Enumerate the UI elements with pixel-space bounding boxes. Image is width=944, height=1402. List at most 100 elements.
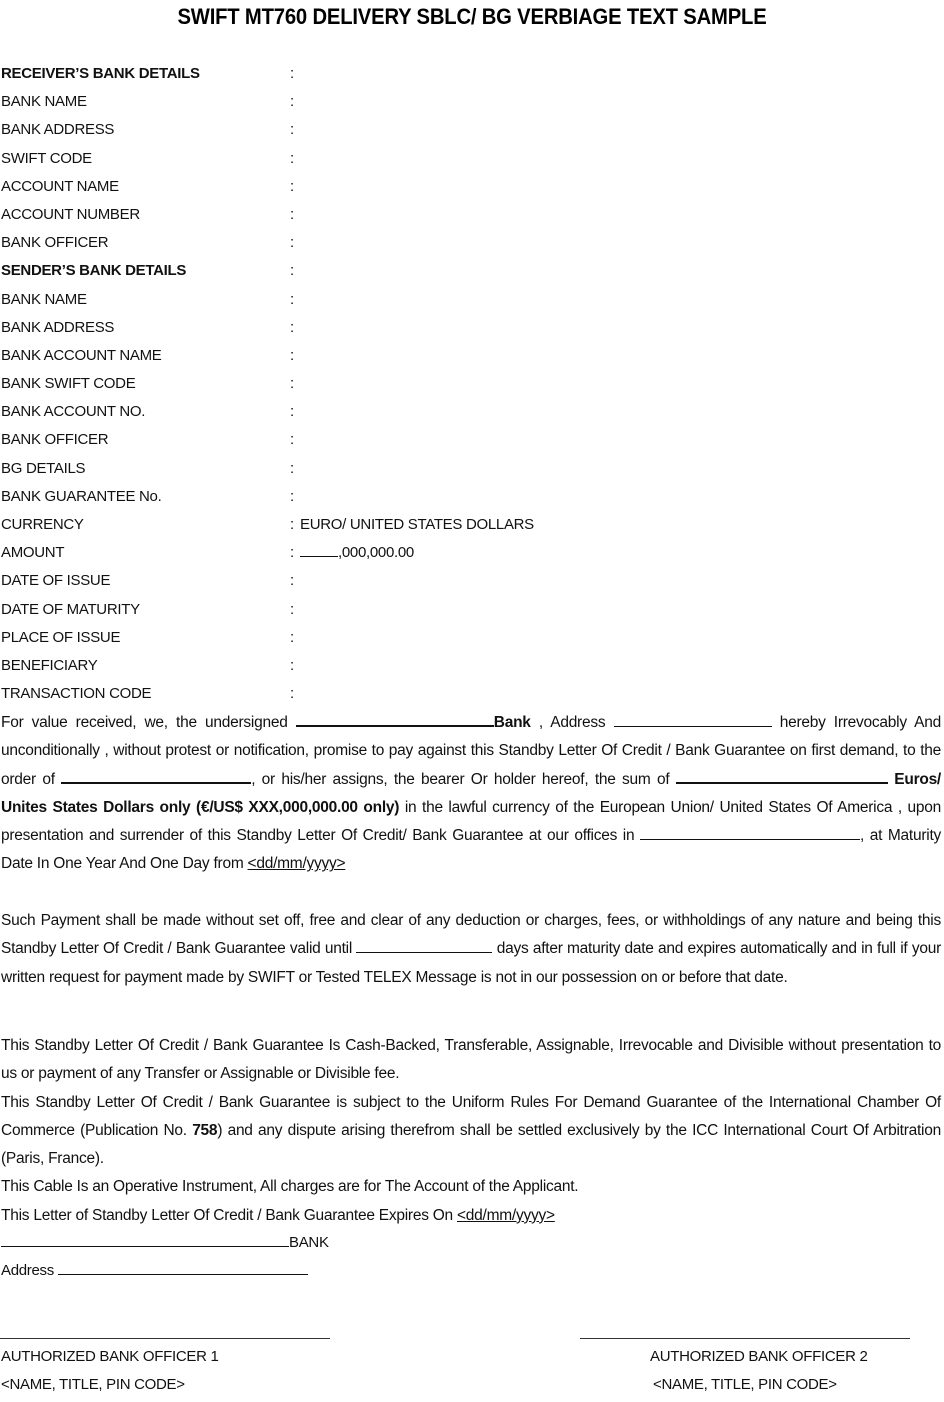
field-label: BANK SWIFT CODE [1,375,136,393]
field-colon: : [290,177,295,195]
officer1-details: <NAME, TITLE, PIN CODE> [1,1376,185,1393]
address-signature-blank[interactable] [57,1273,308,1275]
field-colon: : [290,375,295,393]
field-label: SWIFT CODE [1,149,92,167]
valid-days-blank[interactable] [356,951,493,954]
amount-blank[interactable] [300,555,338,558]
field-colon: : [290,685,295,703]
field-row: TRANSACTION CODE: [0,680,944,708]
officer2-details: <NAME, TITLE, PIN CODE> [653,1376,837,1393]
field-label: RECEIVER’S BANK DETAILS [1,65,200,82]
field-label: BANK OFFICER [1,431,109,449]
field-row: CURRENCY: EURO/ UNITED STATES DOLLARS [0,511,944,539]
field-row: BANK ACCOUNT NAME: [0,342,944,370]
field-row: DATE OF ISSUE: [0,567,944,595]
address-signature-line: Address [1,1262,308,1279]
offices-location-blank[interactable] [640,838,861,841]
field-label: BANK ACCOUNT NAME [1,346,162,364]
terms-paragraphs: This Standby Letter Of Credit / Bank Gua… [1,1032,941,1230]
field-colon: : [290,65,295,82]
field-label: BANK ADDRESS [1,121,115,139]
field-row: BANK OFFICER: [0,426,944,454]
bank-name-blank[interactable] [295,724,494,727]
field-row: AMOUNT: ,000,000.00 [0,539,944,567]
officer1-signature-line[interactable] [0,1338,330,1339]
field-label: BANK ACCOUNT NO. [1,403,146,421]
field-label: BANK ADDRESS [1,318,115,336]
field-colon: : [290,544,295,562]
field-label: BANK NAME [1,93,87,111]
field-label: DATE OF MATURITY [1,600,140,618]
field-colon: : [290,656,295,674]
field-row: BENEFICIARY: [0,652,944,680]
field-colon: : [290,93,295,111]
field-colon: : [290,572,295,590]
field-colon: : [290,149,295,167]
field-colon: : [290,121,295,139]
officer2-title: AUTHORIZED BANK OFFICER 2 [650,1348,868,1365]
field-colon: : [290,403,295,421]
field-colon: : [290,459,295,477]
officer1-title: AUTHORIZED BANK OFFICER 1 [1,1348,219,1365]
field-row: BANK NAME: [0,88,944,116]
field-colon: : [290,262,295,280]
field-colon: : [290,290,295,308]
details-fields: RECEIVER’S BANK DETAILS: BANK NAME: BANK A… [0,60,944,708]
field-colon: : [290,628,295,646]
field-row: BANK ADDRESS: [0,314,944,342]
field-value-text: ,000,000.00 [338,544,414,562]
cash-backed-text: This Standby Letter Of Credit / Bank Gua… [1,1037,941,1083]
field-row: BANK SWIFT CODE: [0,370,944,398]
field-label: SENDER’S BANK DETAILS [1,262,187,280]
field-label: BG DETAILS [1,459,86,477]
field-label: BANK GUARANTEE No. [1,487,162,505]
field-value-text: EURO/ UNITED STATES DOLLARS [300,516,534,533]
field-label: DATE OF ISSUE [1,572,111,590]
field-colon: : [290,234,295,252]
field-label: ACCOUNT NAME [1,177,119,195]
field-colon: : [290,600,295,618]
field-row: BANK ADDRESS: [0,116,944,144]
field-value[interactable]: EURO/ UNITED STATES DOLLARS [300,511,534,539]
field-colon: : [290,487,295,505]
cable-text: This Cable Is an Operative Instrument, A… [1,1178,579,1196]
document-title: SWIFT MT760 DELIVERY SBLC/ BG VERBIAGE T… [177,4,767,29]
expiry-text: This Letter of Standby Letter Of Credit … [1,1206,555,1224]
field-row: BG DETAILS: [0,455,944,483]
bank-signature-line: BANK [1,1234,329,1251]
field-row: SWIFT CODE: [0,145,944,173]
section-header-row: RECEIVER’S BANK DETAILS: [0,60,944,88]
field-label: AMOUNT [1,544,65,562]
field-label: ACCOUNT NUMBER [1,205,140,223]
section-header-row: SENDER’S BANK DETAILS: [0,257,944,285]
field-label: BANK OFFICER [1,234,109,252]
field-value[interactable]: ,000,000.00 [300,539,414,567]
field-colon: : [290,346,295,364]
field-colon: : [290,205,295,223]
field-row: BANK ACCOUNT NO.: [0,398,944,426]
field-colon: : [290,318,295,336]
field-row: DATE OF MATURITY: [0,596,944,624]
field-colon: : [290,516,295,533]
field-row: ACCOUNT NAME: [0,173,944,201]
field-row: BANK OFFICER: [0,229,944,257]
field-label: BENEFICIARY [1,656,98,674]
sum-blank[interactable] [675,781,888,784]
field-label: PLACE OF ISSUE [1,628,121,646]
bank-name-signature-blank[interactable] [1,1245,289,1247]
order-of-blank[interactable] [61,781,252,784]
guarantee-paragraph: For value received, we, the undersigned … [1,709,941,879]
payment-terms-paragraph: Such Payment shall be made without set o… [1,912,941,986]
officer2-signature-line[interactable] [580,1338,910,1339]
field-row: PLACE OF ISSUE: [0,624,944,652]
payment-promise-text: For value received, we, the undersigned … [1,714,941,873]
urdg-text: This Standby Letter Of Credit / Bank Gua… [1,1093,941,1168]
expiry-date-placeholder: <dd/mm/yyyy> [457,1206,555,1224]
field-label: CURRENCY [1,516,84,533]
field-row: BANK GUARANTEE No.: [0,483,944,511]
field-label: TRANSACTION CODE [1,685,152,703]
field-row: BANK NAME: [0,286,944,314]
field-row: ACCOUNT NUMBER: [0,201,944,229]
address-blank[interactable] [613,725,772,727]
maturity-date-placeholder: <dd/mm/yyyy> [247,855,346,873]
